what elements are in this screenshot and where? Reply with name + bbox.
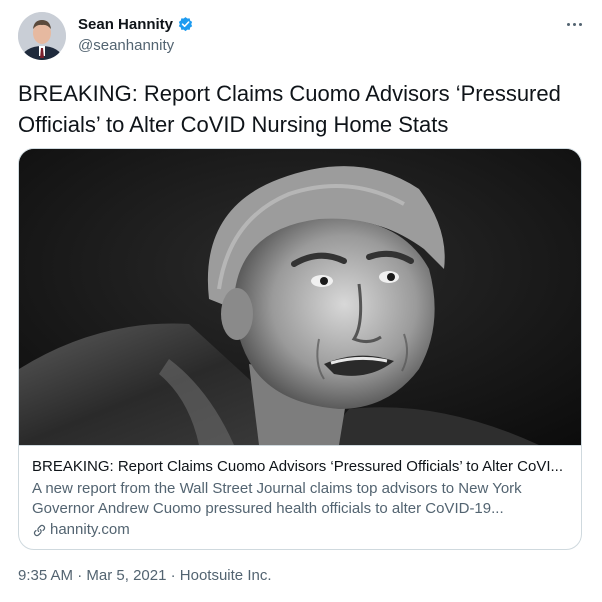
portrait-photo-icon xyxy=(19,149,581,445)
author-display-name[interactable]: Sean Hannity xyxy=(78,16,173,33)
author-name-row[interactable]: Sean Hannity xyxy=(78,16,194,33)
more-options-icon[interactable] xyxy=(562,15,586,33)
tweet-time[interactable]: 9:35 AM xyxy=(18,567,73,584)
link-icon xyxy=(33,524,46,536)
card-domain-text[interactable]: hannity.com xyxy=(50,520,130,540)
verified-badge-icon xyxy=(177,16,194,33)
tweet: Sean Hannity @seanhannity BREAKING: Repo… xyxy=(0,0,602,602)
tweet-meta: 9:35 AM · Mar 5, 2021 · Hootsuite Inc. xyxy=(18,567,272,584)
author-handle[interactable]: @seanhannity xyxy=(78,37,174,54)
avatar-photo-icon xyxy=(18,12,66,60)
card-image[interactable] xyxy=(19,149,581,445)
card-domain[interactable]: hannity.com xyxy=(32,520,130,540)
meta-separator: · xyxy=(73,567,87,584)
card-divider xyxy=(19,445,581,446)
tweet-source: Hootsuite Inc. xyxy=(179,567,272,584)
link-card[interactable]: BREAKING: Report Claims Cuomo Advisors ‘… xyxy=(18,148,582,550)
meta-separator: · xyxy=(166,567,180,584)
tweet-text: BREAKING: Report Claims Cuomo Advisors ‘… xyxy=(18,81,561,137)
card-title[interactable]: BREAKING: Report Claims Cuomo Advisors ‘… xyxy=(32,457,570,477)
card-description[interactable]: A new report from the Wall Street Journa… xyxy=(32,479,570,519)
author-avatar[interactable] xyxy=(18,12,66,60)
tweet-date[interactable]: Mar 5, 2021 xyxy=(86,567,166,584)
